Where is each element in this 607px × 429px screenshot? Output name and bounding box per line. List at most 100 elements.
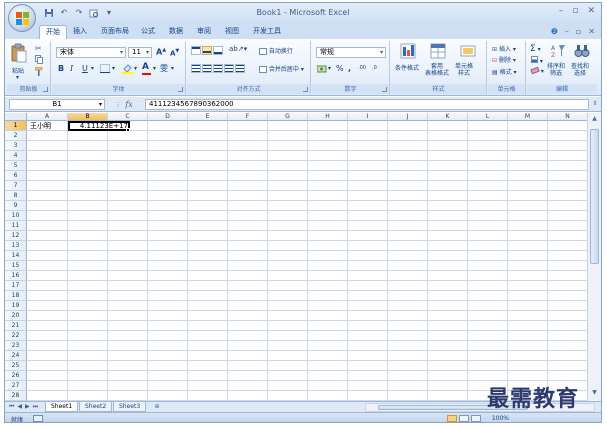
insert-function-icon[interactable]: fx bbox=[125, 100, 132, 109]
copy-icon[interactable] bbox=[35, 55, 43, 66]
column-header-A[interactable]: A bbox=[27, 113, 68, 121]
column-header-D[interactable]: D bbox=[148, 113, 188, 121]
next-sheet-icon[interactable]: ▶ bbox=[25, 403, 30, 411]
increase-indent-icon[interactable] bbox=[235, 64, 245, 73]
decrease-indent-icon[interactable] bbox=[224, 64, 234, 73]
paste-button[interactable]: 粘贴 ▾ bbox=[10, 43, 30, 81]
fill-color-button[interactable] bbox=[122, 63, 133, 76]
row-header-26[interactable]: 26 bbox=[5, 371, 27, 381]
align-left-icon[interactable] bbox=[191, 64, 201, 73]
align-center-icon[interactable] bbox=[202, 64, 212, 73]
row-header-11[interactable]: 11 bbox=[5, 221, 27, 231]
sheet-tab-1[interactable]: Sheet1 bbox=[45, 402, 79, 412]
number-format-select[interactable]: 常规 ▾ bbox=[316, 47, 386, 58]
clear-button[interactable]: ▾ bbox=[530, 66, 544, 75]
currency-dropdown-icon[interactable]: ▾ bbox=[328, 65, 331, 72]
format-cells-button[interactable]: ▤ 格式 ▾ bbox=[492, 67, 517, 76]
normal-view-icon[interactable] bbox=[447, 415, 457, 422]
phonetic-dropdown-icon[interactable]: ▾ bbox=[171, 65, 174, 72]
percent-button[interactable]: % bbox=[336, 64, 344, 73]
conditional-formatting-button[interactable]: 条件格式 bbox=[395, 43, 421, 81]
restore-icon[interactable]: ▫ bbox=[572, 6, 578, 16]
column-header-L[interactable]: L bbox=[468, 113, 508, 121]
tab-data[interactable]: 数据 bbox=[163, 25, 189, 39]
delete-cells-button[interactable]: ⊟ 删除 ▾ bbox=[492, 55, 516, 64]
row-header-4[interactable]: 4 bbox=[5, 151, 27, 161]
row-header-25[interactable]: 25 bbox=[5, 361, 27, 371]
comma-button[interactable]: , bbox=[348, 64, 351, 73]
align-middle-icon[interactable] bbox=[202, 46, 212, 55]
column-header-F[interactable]: F bbox=[228, 113, 268, 121]
grow-font-button[interactable]: A▲ bbox=[156, 47, 166, 57]
row-header-17[interactable]: 17 bbox=[5, 281, 27, 291]
cell-styles-button[interactable]: 单元格 样式 bbox=[455, 43, 481, 81]
clipboard-launcher-icon[interactable] bbox=[43, 87, 48, 92]
fill-button[interactable]: ▾ bbox=[531, 56, 543, 65]
align-right-icon[interactable] bbox=[213, 64, 223, 73]
row-header-18[interactable]: 18 bbox=[5, 291, 27, 301]
cell-B1[interactable]: 4.11123E+17 bbox=[72, 122, 128, 130]
currency-button[interactable] bbox=[316, 65, 327, 76]
row-header-14[interactable]: 14 bbox=[5, 251, 27, 261]
expand-formula-bar-icon[interactable]: ⇕ bbox=[591, 100, 599, 109]
row-header-22[interactable]: 22 bbox=[5, 331, 27, 341]
row-header-15[interactable]: 15 bbox=[5, 261, 27, 271]
font-launcher-icon[interactable] bbox=[178, 87, 183, 92]
row-header-10[interactable]: 10 bbox=[5, 211, 27, 221]
column-header-I[interactable]: I bbox=[348, 113, 388, 121]
number-launcher-icon[interactable] bbox=[382, 87, 387, 92]
row-header-3[interactable]: 3 bbox=[5, 141, 27, 151]
row-header-19[interactable]: 19 bbox=[5, 301, 27, 311]
align-top-icon[interactable] bbox=[191, 46, 201, 55]
format-painter-icon[interactable] bbox=[34, 66, 43, 78]
column-header-E[interactable]: E bbox=[188, 113, 228, 121]
last-sheet-icon[interactable]: ⏭ bbox=[33, 403, 38, 411]
find-select-button[interactable]: 查找和 选择 bbox=[571, 43, 593, 81]
phonetic-button[interactable]: 雯 bbox=[160, 63, 168, 74]
sheet-tab-2[interactable]: Sheet2 bbox=[79, 402, 113, 412]
cut-icon[interactable]: ✂ bbox=[35, 44, 42, 53]
column-header-M[interactable]: M bbox=[508, 113, 548, 121]
row-header-28[interactable]: 28 bbox=[5, 391, 27, 401]
merge-center-button[interactable]: 合并后居中 ▾ bbox=[259, 64, 304, 73]
prev-sheet-icon[interactable]: ◀ bbox=[17, 403, 22, 411]
column-header-K[interactable]: K bbox=[428, 113, 468, 121]
row-header-27[interactable]: 27 bbox=[5, 381, 27, 391]
formula-input[interactable]: 4111234567890362000 bbox=[145, 99, 589, 110]
bold-button[interactable]: B bbox=[58, 64, 64, 73]
sort-filter-button[interactable]: A Z 排序和 筛选 bbox=[547, 43, 569, 81]
row-header-12[interactable]: 12 bbox=[5, 231, 27, 241]
column-header-B[interactable]: B bbox=[68, 113, 108, 121]
borders-dropdown-icon[interactable]: ▾ bbox=[112, 65, 115, 72]
cell-A1[interactable]: 王小明 bbox=[30, 122, 51, 130]
fill-handle[interactable] bbox=[126, 128, 130, 132]
page-break-view-icon[interactable] bbox=[471, 415, 481, 422]
vertical-scroll-thumb[interactable] bbox=[590, 129, 599, 264]
scroll-up-icon[interactable]: ▲ bbox=[590, 115, 599, 125]
row-header-24[interactable]: 24 bbox=[5, 351, 27, 361]
font-name-select[interactable]: 宋体 ▾ bbox=[56, 47, 126, 58]
increase-decimal-button[interactable]: .00 bbox=[358, 65, 366, 71]
column-header-J[interactable]: J bbox=[388, 113, 428, 121]
insert-cells-button[interactable]: ⊞ 插入 ▾ bbox=[492, 44, 516, 53]
italic-button[interactable]: I bbox=[70, 64, 73, 73]
help-icon[interactable]: ❷ bbox=[551, 27, 558, 36]
row-header-23[interactable]: 23 bbox=[5, 341, 27, 351]
alignment-launcher-icon[interactable] bbox=[303, 87, 308, 92]
ribbon-close-icon[interactable]: ✕ bbox=[588, 27, 595, 36]
font-color-button[interactable]: A bbox=[142, 62, 151, 75]
row-header-1[interactable]: 1 bbox=[5, 121, 27, 131]
close-icon[interactable]: ✕ bbox=[587, 6, 595, 16]
row-header-16[interactable]: 16 bbox=[5, 271, 27, 281]
wrap-text-button[interactable]: 自动换行 bbox=[259, 46, 293, 55]
shrink-font-button[interactable]: A▼ bbox=[170, 48, 179, 57]
select-all-corner[interactable] bbox=[5, 113, 27, 121]
decrease-decimal-button[interactable]: .0 bbox=[372, 65, 377, 71]
row-header-6[interactable]: 6 bbox=[5, 171, 27, 181]
office-button[interactable] bbox=[8, 4, 36, 32]
first-sheet-icon[interactable]: ⏮ bbox=[9, 403, 14, 411]
underline-dropdown-icon[interactable]: ▾ bbox=[91, 65, 94, 72]
ribbon-restore-icon[interactable]: ▫ bbox=[576, 27, 581, 36]
row-header-2[interactable]: 2 bbox=[5, 131, 27, 141]
font-color-dropdown-icon[interactable]: ▾ bbox=[153, 65, 156, 72]
